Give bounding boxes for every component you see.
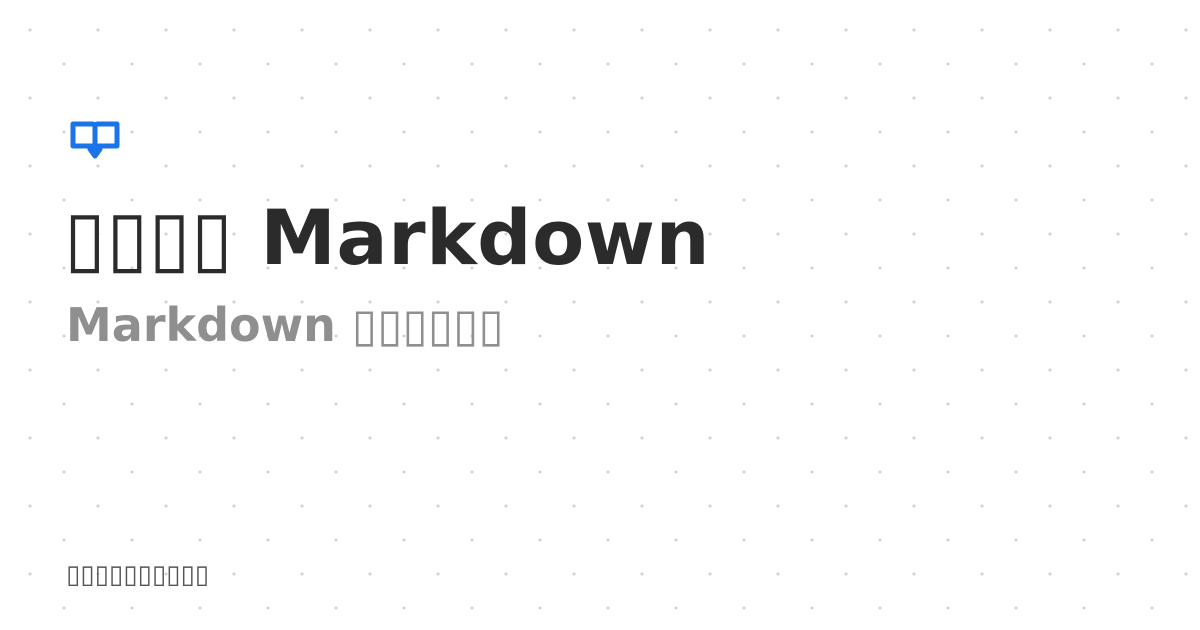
site-footer-text: ▯▯▯▯▯▯▯▯▯▯	[66, 560, 210, 590]
page-subtitle: Markdown ▯▯▯▯▯▯	[66, 298, 504, 352]
page-title: ▯▯▯▯ Markdown	[64, 193, 711, 282]
og-card: ▯▯▯▯ Markdown Markdown ▯▯▯▯▯▯ ▯▯▯▯▯▯▯▯▯▯	[0, 0, 1200, 630]
book-open-icon	[68, 118, 122, 162]
